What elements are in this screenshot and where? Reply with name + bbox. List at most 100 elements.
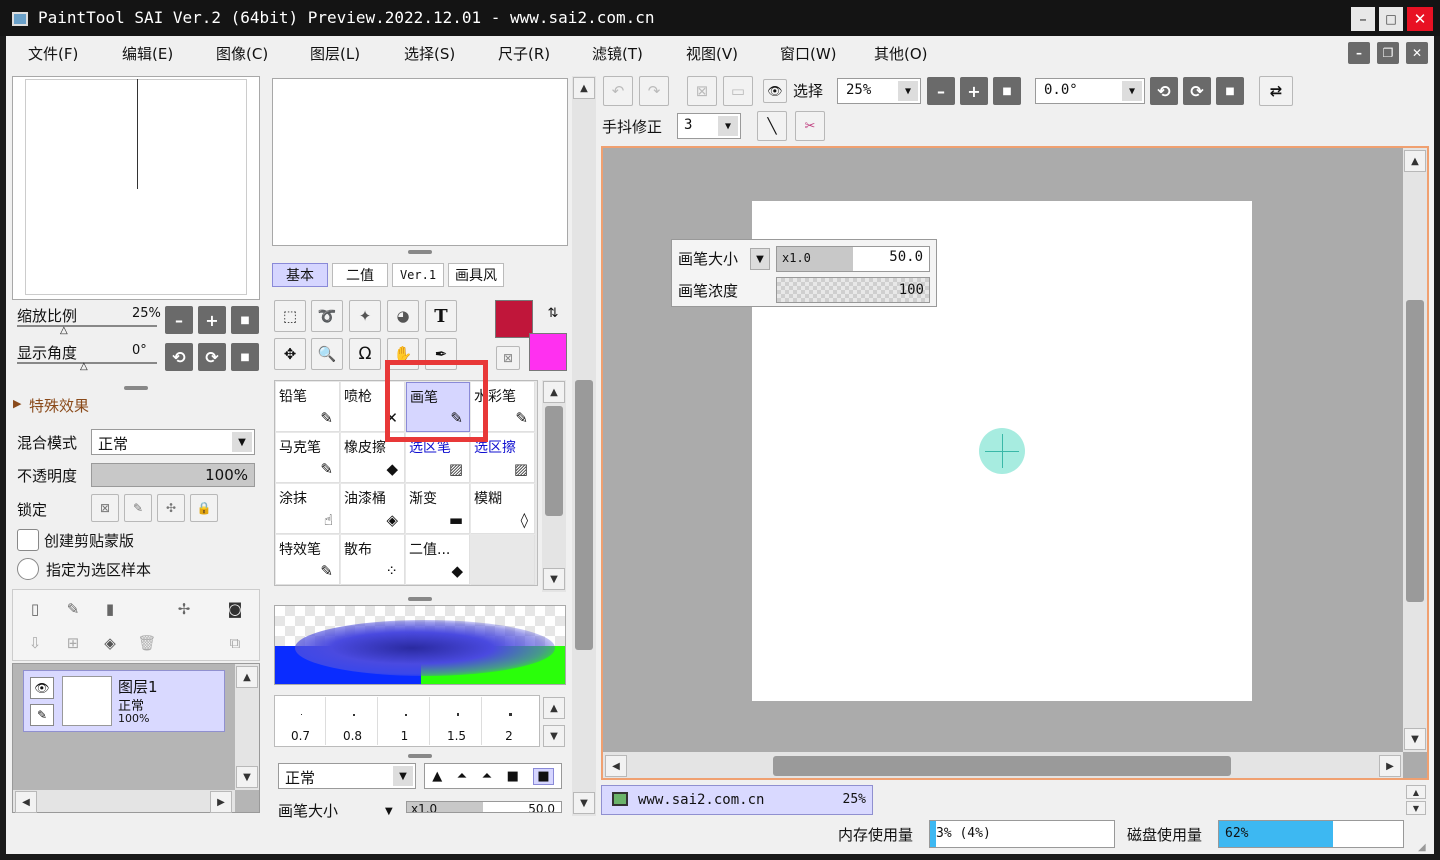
line-tool-icon[interactable]: ╲: [757, 111, 787, 141]
new-layer-icon[interactable]: ▯: [24, 598, 46, 620]
tool-bucket[interactable]: 油漆桶 ◈: [341, 484, 405, 534]
menu-filter[interactable]: 滤镜(T): [592, 43, 686, 64]
angle-select[interactable]: 0.0° ▼: [1035, 78, 1145, 104]
tool-pencil[interactable]: 铅笔 ✎: [276, 382, 340, 432]
tabs-scroll-up[interactable]: ▲: [1406, 785, 1426, 799]
clip-checkbox[interactable]: [17, 529, 39, 551]
tab-basic[interactable]: 基本: [272, 263, 328, 287]
clip-label[interactable]: 创建剪贴蒙版: [44, 530, 134, 551]
tool-scroll-down[interactable]: ▼: [543, 568, 565, 590]
zoom-reset-button[interactable]: ■: [231, 306, 259, 334]
menu-other[interactable]: 其他(O): [874, 43, 968, 64]
magic-wand-icon[interactable]: ✦: [349, 300, 381, 332]
zoom-slider-handle[interactable]: △: [60, 325, 68, 336]
resize-grip-icon[interactable]: ◢: [1418, 842, 1426, 853]
brush-size-slider[interactable]: x1.0 50.0: [776, 246, 930, 272]
tab-brush-style[interactable]: 画具风: [448, 263, 504, 287]
panel-splitter-2[interactable]: [408, 250, 432, 254]
doc-minimize-button[interactable]: –: [1348, 42, 1370, 64]
minimize-button[interactable]: –: [1351, 7, 1375, 31]
brush-size-preset[interactable]: 2: [484, 697, 534, 745]
canvas-scroll-left[interactable]: ◀: [605, 755, 627, 777]
symmetry-icon[interactable]: ✂: [795, 111, 825, 141]
clear-layer-icon[interactable]: ◈: [99, 632, 121, 654]
panel-scroll-thumb[interactable]: [575, 380, 593, 650]
toolbar-rotate-reset-button[interactable]: ■: [1216, 77, 1244, 105]
secondary-color-swatch[interactable]: [529, 333, 567, 371]
pen-icon[interactable]: ✎: [30, 704, 54, 726]
menu-layer[interactable]: 图层(L): [310, 43, 404, 64]
tool-marker[interactable]: 马克笔 ✎: [276, 433, 340, 483]
lock-all-button[interactable]: 🔒: [190, 494, 218, 522]
menu-edit[interactable]: 编辑(E): [122, 43, 216, 64]
invert-select-icon[interactable]: ▭: [723, 76, 753, 106]
layer-mask-icon[interactable]: ◙: [224, 598, 246, 620]
menu-image[interactable]: 图像(C): [216, 43, 310, 64]
brush-size-preset[interactable]: 1.5: [432, 697, 482, 745]
canvas-vscroll-thumb[interactable]: [1406, 300, 1424, 602]
lock-transparency-button[interactable]: ⊠: [91, 494, 119, 522]
panel-scroll-down[interactable]: ▼: [573, 792, 595, 814]
canvas-tab[interactable]: www.sai2.com.cn 25%: [601, 785, 873, 815]
layer-scroll-left[interactable]: ◀: [15, 791, 37, 813]
canvas-scroll-right[interactable]: ▶: [1379, 755, 1401, 777]
rect-select-icon[interactable]: ⬚: [274, 300, 306, 332]
lasso-icon[interactable]: ➰: [311, 300, 343, 332]
color-preview-area[interactable]: [272, 78, 568, 246]
tool-smudge[interactable]: 涂抹 ☝: [276, 484, 340, 534]
blend-mode-select[interactable]: 正常 ▼: [91, 429, 255, 455]
toolbar-zoom-in-button[interactable]: +: [960, 77, 988, 105]
brush-size-preset[interactable]: 0.8: [328, 697, 378, 745]
menu-window[interactable]: 窗口(W): [780, 43, 874, 64]
tool-gradient[interactable]: 渐变 ▬: [406, 484, 470, 534]
tool-scatter[interactable]: 散布 ⁘: [341, 535, 405, 585]
tab-ver1[interactable]: Ver.1: [392, 263, 444, 287]
layer-hscrollbar[interactable]: [13, 790, 235, 812]
tabs-scroll-down[interactable]: ▼: [1406, 801, 1426, 815]
tool-effect-pen[interactable]: 特效笔 ✎: [276, 535, 340, 585]
canvas-scroll-down[interactable]: ▼: [1404, 728, 1426, 750]
toolbar-rotate-right-button[interactable]: ⟳: [1183, 77, 1211, 105]
effects-expander-icon[interactable]: ▶: [13, 397, 21, 410]
shape-soft-icon[interactable]: ⏶: [457, 769, 467, 784]
maximize-button[interactable]: □: [1379, 7, 1403, 31]
deselect-icon[interactable]: ⊠: [687, 76, 717, 106]
angle-slider-handle[interactable]: △: [80, 361, 88, 372]
rotate-tool-icon[interactable]: Ω: [349, 338, 381, 370]
redo-icon[interactable]: ↷: [639, 76, 669, 106]
new-linework-layer-icon[interactable]: ✎: [62, 598, 84, 620]
navigator-preview[interactable]: [12, 76, 260, 300]
shape-hard-icon[interactable]: ■: [533, 767, 554, 785]
menu-view[interactable]: 视图(V): [686, 43, 780, 64]
shape-icon[interactable]: ◕: [387, 300, 419, 332]
primary-color-swatch[interactable]: [495, 300, 533, 338]
brush-size-slider-bottom[interactable]: x1.0 50.0: [406, 801, 562, 813]
swap-colors-icon[interactable]: ⇅: [544, 304, 562, 322]
tool-scroll-thumb[interactable]: [545, 406, 563, 516]
brush-density-slider[interactable]: 100: [776, 277, 930, 303]
zoom-select[interactable]: 25% ▼: [837, 78, 921, 104]
delete-layer-icon[interactable]: 🗑: [136, 632, 158, 654]
shape-square-icon[interactable]: ■: [507, 769, 519, 784]
brush-size-chevron-icon[interactable]: ▼: [385, 806, 393, 817]
brush-size-preset[interactable]: 0.7: [276, 697, 326, 745]
layer-row[interactable]: 👁 ✎ 图层1 正常 100%: [23, 670, 225, 732]
shape-flat-icon[interactable]: ⏶: [482, 769, 492, 784]
tool-blur[interactable]: 模糊 ◊: [471, 484, 535, 534]
toolbar-zoom-out-button[interactable]: –: [927, 77, 955, 105]
canvas-hscroll-thumb[interactable]: [773, 756, 1231, 776]
sample-radio[interactable]: [17, 558, 39, 580]
panel-scroll-up[interactable]: ▲: [573, 77, 595, 99]
size-scroll-up[interactable]: ▲: [543, 697, 565, 719]
move-icon[interactable]: ✥: [274, 338, 306, 370]
zoom-in-button[interactable]: +: [198, 306, 226, 334]
rotate-reset-button[interactable]: ■: [231, 343, 259, 371]
merge-down-icon[interactable]: ⇩: [24, 632, 46, 654]
merge-layer-icon[interactable]: ⊞: [62, 632, 84, 654]
text-icon[interactable]: T: [425, 300, 457, 332]
panel-splitter-4[interactable]: [408, 754, 432, 758]
brush-size-preset[interactable]: 1: [380, 697, 430, 745]
tab-binary[interactable]: 二值: [332, 263, 388, 287]
stabilizer-select[interactable]: 3 ▼: [677, 113, 741, 139]
lock-move-button[interactable]: ✣: [157, 494, 185, 522]
